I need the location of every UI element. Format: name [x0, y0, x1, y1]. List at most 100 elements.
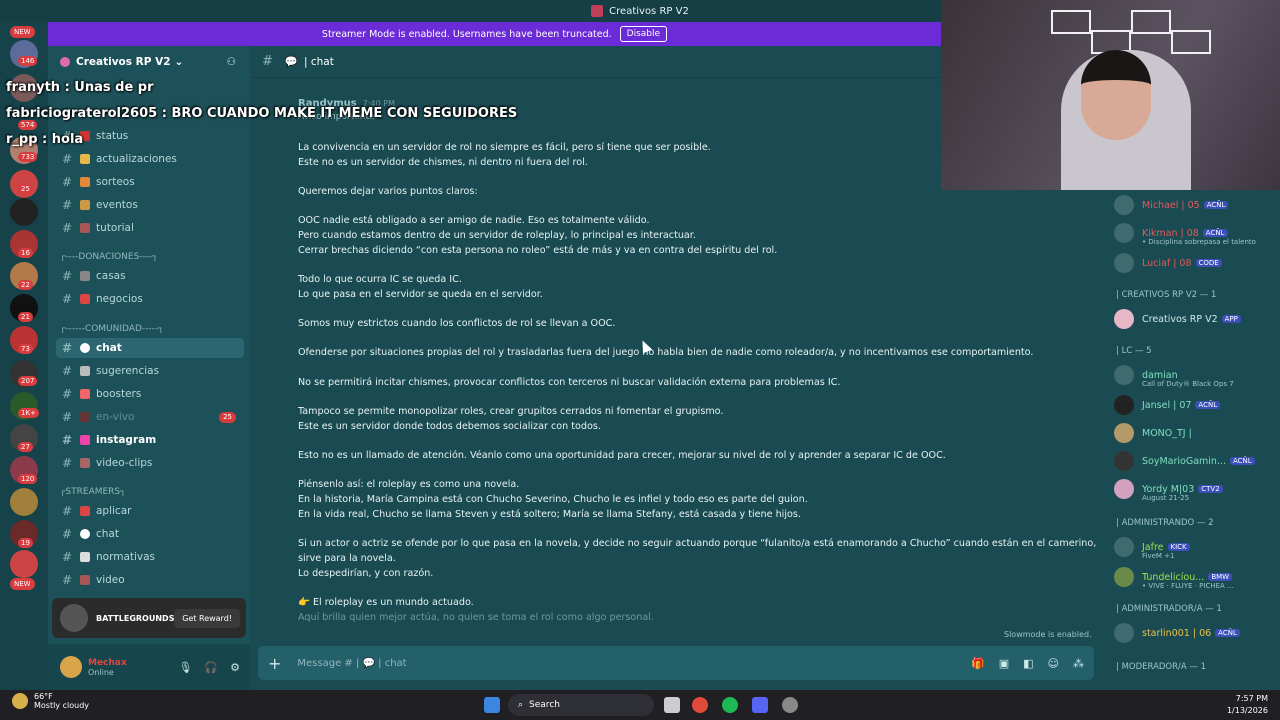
avatar	[1114, 195, 1134, 215]
bell-icon	[80, 154, 90, 164]
message-line: Esto no es un llamado de atención. Véanl…	[298, 450, 946, 461]
app-icon	[591, 5, 604, 17]
stream-chat-line: franyth : Unas de pr	[6, 80, 154, 95]
channel-casas[interactable]: # casas	[56, 266, 244, 286]
message-line: Cerrar brechas diciendo “con esta person…	[298, 245, 778, 256]
server-header[interactable]: Creativos RP V2 ⌄ ⚇	[48, 46, 250, 78]
add-user-icon[interactable]: ⚇	[227, 56, 236, 68]
member-item[interactable]: MONO_TJ |	[1114, 422, 1280, 444]
message-line: Pero cuando estamos dentro de un servido…	[298, 230, 696, 241]
member-item[interactable]: Luciaf | 08 CODE	[1114, 252, 1280, 274]
gift-icon	[80, 177, 90, 187]
discord-icon[interactable]	[752, 697, 768, 713]
message-line: La convivencia en un servidor de rol no …	[298, 142, 711, 153]
get-reward-button[interactable]: Get Reward!	[174, 608, 240, 628]
channel-negocios[interactable]: # negocios	[56, 289, 244, 309]
start-icon[interactable]	[484, 697, 500, 713]
channel-boosters[interactable]: # boosters	[56, 384, 244, 404]
channel-actualizaciones[interactable]: # actualizaciones	[56, 149, 244, 169]
avatar	[1114, 479, 1134, 499]
search-icon: ⌕	[518, 700, 524, 710]
plus-icon[interactable]: +	[268, 654, 281, 673]
channel-en-vivo[interactable]: # en-vivo 25	[56, 407, 244, 427]
member-item[interactable]: damian Call of Duty® Black Ops 7	[1114, 364, 1280, 388]
message-line: Si un actor o actriz se ofende por lo qu…	[298, 538, 1100, 549]
message-line: Ofenderse por situaciones propias del ro…	[298, 347, 1034, 358]
avatar	[1114, 451, 1134, 471]
message-line: No se permitirá incitar chismes, provoca…	[298, 377, 841, 388]
taskbar: 66°F Mostly cloudy ⌕ Search 7:57 PM 1/13…	[0, 690, 1280, 720]
member-item[interactable]: starlin001 | 06 ACÑL	[1114, 622, 1280, 644]
headphones-icon[interactable]: 🎧	[204, 661, 218, 674]
gif-icon[interactable]: ▣	[999, 657, 1009, 670]
avatar	[1114, 423, 1134, 443]
app-icon[interactable]	[782, 697, 798, 713]
category-comunidad[interactable]: ┌------COMUNIDAD-----┐	[60, 324, 164, 334]
channel-chat-streamers[interactable]: # chat	[56, 524, 244, 544]
avatar	[1114, 253, 1134, 273]
channel-video-clips[interactable]: # video-clips	[56, 453, 244, 473]
server-icon[interactable]	[10, 550, 38, 578]
avatar	[1114, 365, 1134, 385]
member-item[interactable]: Tundelicíou... BMW • VIVE · FLUYE · PICHEA…	[1114, 566, 1280, 590]
sticker-icon[interactable]: ◧	[1023, 657, 1033, 670]
channel-status[interactable]: # status	[56, 126, 244, 146]
member-item[interactable]: Jafre KICK FiveM +1	[1114, 536, 1280, 560]
channel-tutorial[interactable]: # tutorial	[56, 218, 244, 238]
shop-icon	[80, 294, 90, 304]
member-item[interactable]: Jansel | 07 ACÑL	[1114, 394, 1280, 416]
category-streamers[interactable]: ┌STREAMERS┐	[60, 487, 126, 497]
task-view-icon[interactable]	[664, 697, 680, 713]
gear-icon[interactable]: ⚙	[230, 661, 240, 674]
stream-chat-line: fabriciograterol2605 : BRO CUANDO MAKE I…	[6, 106, 518, 121]
video-icon	[80, 575, 90, 585]
channel-video[interactable]: # video	[56, 570, 244, 590]
member-item[interactable]: Michael | 05 ACÑL	[1114, 194, 1280, 216]
emoji-icon[interactable]: ☺	[1048, 657, 1059, 670]
channel-instagram[interactable]: # instagram	[56, 430, 244, 450]
channel-sugerencias[interactable]: # sugerencias	[56, 361, 244, 381]
new-badge: NEW	[10, 578, 35, 590]
channel-title: | chat	[303, 55, 334, 68]
avatar	[1114, 623, 1134, 643]
new-badge: NEW	[10, 26, 35, 38]
promo-title: BATTLEGROUNDS	[96, 613, 175, 623]
message-line: Lo despedirían, y con razón.	[298, 568, 434, 579]
message-line: Piénsenlo así: el roleplay es como una n…	[298, 479, 520, 490]
message-line: Tampoco se permite monopolizar roles, cr…	[298, 406, 724, 417]
gift-icon[interactable]: 🎁	[971, 657, 985, 670]
member-item[interactable]: Yordy M|03 CTV2 August 21-25	[1114, 478, 1280, 502]
system-clock[interactable]: 7:57 PM 1/13/2026	[1227, 693, 1268, 717]
user-status: Online	[88, 667, 114, 677]
avatar[interactable]	[60, 656, 82, 678]
member-item[interactable]: Kikman | 08 ACÑL • Disciplina sobrepasa el…	[1114, 222, 1280, 246]
chrome-icon[interactable]	[692, 697, 708, 713]
apps-icon[interactable]: ⁂	[1073, 657, 1084, 670]
server-icon[interactable]	[10, 198, 38, 226]
message-composer[interactable]: + Message # | 💬 | chat 🎁 ▣ ◧ ☺ ⁂	[258, 646, 1094, 680]
video-icon	[80, 458, 90, 468]
channel-eventos[interactable]: # eventos	[56, 195, 244, 215]
message-line: En la vida real, Chucho se llama Steven …	[298, 509, 801, 520]
message-line: Este es un servidor donde todos debemos …	[298, 421, 601, 432]
channel-normativas[interactable]: # normativas	[56, 547, 244, 567]
boost-icon	[80, 389, 90, 399]
stream-chat-line: r_pp : hola	[6, 132, 84, 147]
member-item[interactable]: Creativos RP V2 APP	[1114, 308, 1280, 330]
member-item[interactable]: SoyMarioGamin... ACÑL	[1114, 450, 1280, 472]
channel-sorteos[interactable]: # sorteos	[56, 172, 244, 192]
channel-aplicar[interactable]: # aplicar	[56, 501, 244, 521]
channel-chat[interactable]: # chat	[56, 338, 244, 358]
server-icon[interactable]	[10, 488, 38, 516]
spotify-icon[interactable]	[722, 697, 738, 713]
message-input[interactable]: Message # | 💬 | chat	[297, 658, 406, 669]
user-name: Mechax	[88, 657, 127, 668]
weather-widget[interactable]: 66°F Mostly cloudy	[12, 692, 89, 710]
disable-button[interactable]: Disable	[619, 26, 668, 42]
microphone-icon[interactable]: 🎙	[178, 661, 192, 674]
category-donaciones[interactable]: ┌----DONACIONES----┐	[60, 252, 158, 262]
suggestion-icon	[80, 366, 90, 376]
hexagon-light	[1051, 10, 1091, 34]
taskbar-search[interactable]: ⌕ Search	[508, 694, 654, 716]
document-icon	[80, 552, 90, 562]
